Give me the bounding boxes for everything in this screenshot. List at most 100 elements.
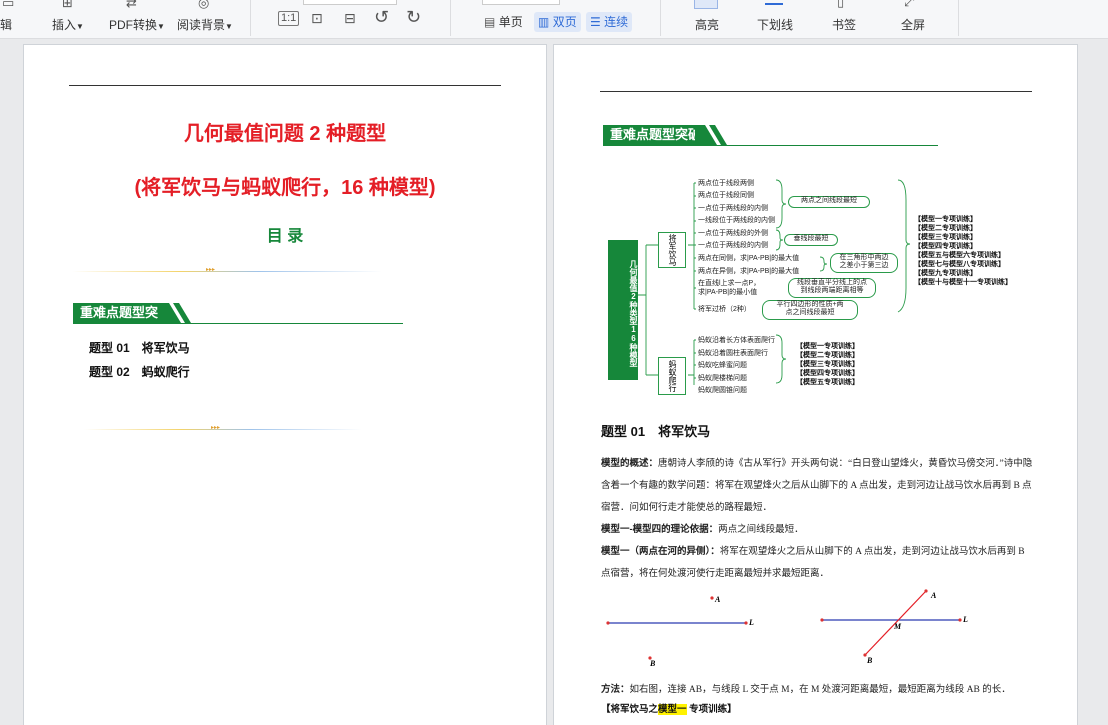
- chevron-down-icon: ▼: [157, 22, 165, 31]
- continuous-icon: ☰: [590, 15, 601, 29]
- mindmap-training: 【模型三专项训练】: [796, 361, 859, 368]
- mindmap-item: 一线段位于两线段的内侧: [698, 217, 775, 224]
- mindmap-item: 两点在异侧，求|PA-PB|的最大值: [698, 268, 800, 275]
- mindmap-item: 两点在同侧，求|PA-PB|的最大值: [698, 255, 800, 262]
- mindmap-item: 将军过桥（2种）: [698, 306, 751, 313]
- mindmap-training: 【模型四专项训练】: [796, 370, 859, 377]
- toc-item[interactable]: 题型 01 将军饮马: [89, 339, 190, 356]
- double-page-icon: ▥: [538, 15, 550, 29]
- rotate-left-icon[interactable]: ↺: [374, 7, 389, 28]
- paragraph-theory: 模型一-模型四的理论依据：两点之间线段最短．: [601, 524, 804, 535]
- mindmap-branch-general: 将军饮马: [658, 232, 686, 268]
- label-L: L: [963, 615, 968, 624]
- highlight-icon[interactable]: [694, 0, 718, 9]
- edit-button[interactable]: 辑: [0, 16, 12, 33]
- header-rule: [600, 91, 1032, 92]
- mindmap-note: 线段垂直平分线上的点 到线段两端距离相等: [788, 278, 876, 298]
- label-M: M: [894, 622, 902, 631]
- mindmap-training: 【模型七与模型八专项训练】: [914, 261, 1005, 268]
- band-underline: [603, 145, 938, 146]
- band-underline: [73, 323, 403, 324]
- figure-river: [606, 589, 962, 660]
- label-A: A: [931, 591, 937, 600]
- toc-title: 目 录: [266, 228, 304, 245]
- paragraph-overview: 模型的概述：唐朝诗人李颀的诗《古从军行》开头两句说：“白日登山望烽火，黄昏饮马傍…: [601, 458, 1033, 513]
- doc-subtitle: (将军饮马与蚂蚁爬行，16 种模型): [134, 177, 436, 199]
- left-page: 几何最值问题 2 种题型 (将军饮马与蚂蚁爬行，16 种模型) 目 录 ▸▸▸ …: [24, 45, 546, 725]
- page-input[interactable]: [482, 0, 560, 5]
- divider: [72, 271, 382, 272]
- mindmap-training: 【模型五专项训练】: [796, 379, 859, 386]
- mindmap-training: 【模型一专项训练】: [914, 216, 977, 223]
- mindmap-item: 两点位于线段两侧: [698, 180, 754, 187]
- mindmap-root: 几何最值2种类型16种模型: [608, 240, 638, 380]
- label-L: L: [749, 618, 754, 627]
- mindmap-item: 一点位于两线段的内侧: [698, 205, 768, 212]
- bookmark-icon[interactable]: ▯: [837, 0, 844, 10]
- reading-bg-menu[interactable]: 阅读背景▼: [177, 16, 233, 33]
- highlight-button[interactable]: 高亮: [695, 16, 719, 33]
- fullscreen-button[interactable]: 全屏: [901, 16, 925, 33]
- chevron-down-icon: ▼: [76, 22, 84, 31]
- bookmark-button[interactable]: 书签: [832, 16, 856, 33]
- mindmap-training: 【模型五与模型六专项训练】: [914, 252, 1005, 259]
- section-band: 重难点题型突破: [73, 303, 166, 340]
- label-B: B: [867, 656, 873, 665]
- mindmap-item: 在直线l上求一点P，: [698, 280, 761, 287]
- mindmap-item: 蚂蚁爬楼梯问题: [698, 375, 747, 382]
- continuous-button[interactable]: ☰ 连续: [586, 12, 633, 32]
- mindmap-item: 蚂蚁吃蜂蜜问题: [698, 362, 747, 369]
- fullscreen-icon[interactable]: ⤢: [904, 0, 914, 10]
- mindmap-item: 蚂蚁爬圆锥问题: [698, 387, 747, 394]
- single-page-icon: ▤: [484, 15, 496, 29]
- toc-item[interactable]: 题型 02 蚂蚁爬行: [89, 363, 190, 380]
- mindmap-item: 蚂蚁沿着长方体表面爬行: [698, 337, 775, 344]
- mindmap-branch-ant: 蚂蚁爬行: [658, 357, 686, 395]
- band-slants: [159, 303, 191, 323]
- label-A: A: [715, 595, 721, 604]
- mindmap-training: 【模型二专项训练】: [796, 352, 859, 359]
- underline-icon[interactable]: [765, 3, 783, 5]
- pdf-convert-icon[interactable]: ⇄: [126, 0, 137, 11]
- mindmap-item: 一点位于两线段的外侧: [698, 230, 768, 237]
- mindmap-note: 垂线段最短: [784, 234, 838, 246]
- mindmap-training: 【模型十与模型十一专项训练】: [914, 279, 1012, 286]
- mindmap-note: 平行四边形的性质+两 点之间线段最短: [762, 300, 858, 320]
- mindmap-training: 【模型四专项训练】: [914, 243, 977, 250]
- divider-arrows: ▸▸▸: [211, 425, 221, 431]
- insert-icon[interactable]: ⊞: [62, 0, 73, 11]
- divider: [84, 429, 362, 430]
- section-title: 题型 01 将军饮马: [601, 424, 711, 439]
- single-page-button[interactable]: ▤ 单页: [480, 12, 527, 32]
- label-B: B: [650, 659, 656, 668]
- doc-title: 几何最值问题 2 种题型: [183, 123, 387, 145]
- divider-arrows: ▸▸▸: [206, 267, 216, 273]
- paragraph-model1: 模型一（两点在河的异侧）：将军在观望烽火之后从山脚下的 A 点出发，走到河边让战…: [601, 546, 1025, 579]
- paragraph-method: 方法：如右图，连接 AB，与线段 L 交于点 M，在 M 处渡河距离最短，最短距…: [601, 684, 1011, 695]
- underline-button[interactable]: 下划线: [757, 16, 793, 33]
- mindmap-note: 在三角形中两边 之差小于第三边: [830, 253, 898, 273]
- mindmap: 几何最值2种类型16种模型 将军饮马 蚂蚁爬行 两点位于线段两侧 两点位于线段同…: [608, 175, 1028, 395]
- zoom-input[interactable]: [303, 0, 397, 5]
- double-page-button[interactable]: ▥ 双页: [534, 12, 581, 32]
- section-band: 重难点题型突破: [603, 125, 702, 145]
- right-page: 重难点题型突破 几何最值2种类型16种模型 将军饮马 蚂蚁爬行 两点位于线段两侧…: [554, 45, 1077, 725]
- pdf-convert-menu[interactable]: PDF转换▼: [109, 16, 165, 33]
- fit-width-icon[interactable]: ⊟: [344, 10, 356, 27]
- chevron-down-icon: ▼: [225, 22, 233, 31]
- band-slants: [695, 125, 727, 145]
- toolbar: ▭ 辑 ⊞ 插入▼ ⇄ PDF转换▼ ◎ 阅读背景▼ 1:1 ⊡ ⊟ ↺ ↻ ▤…: [0, 0, 1108, 39]
- actual-size-icon[interactable]: 1:1: [278, 11, 300, 26]
- reading-bg-icon[interactable]: ◎: [198, 0, 209, 11]
- edit-icon[interactable]: ▭: [2, 0, 14, 11]
- fit-page-icon[interactable]: ⊡: [311, 10, 323, 27]
- mindmap-item: 蚂蚁沿着圆柱表面爬行: [698, 350, 768, 357]
- mindmap-training: 【模型九专项训练】: [914, 270, 977, 277]
- mindmap-item: 求|PA-PB|的最小值: [698, 289, 758, 296]
- mindmap-note: 两点之间线段最短: [788, 196, 870, 208]
- training-heading: 【将军饮马之模型一 专项训练】: [601, 704, 737, 715]
- mindmap-training: 【模型一专项训练】: [796, 343, 859, 350]
- rotate-right-icon[interactable]: ↻: [406, 7, 421, 28]
- insert-menu[interactable]: 插入▼: [52, 16, 84, 33]
- mindmap-training: 【模型二专项训练】: [914, 225, 977, 232]
